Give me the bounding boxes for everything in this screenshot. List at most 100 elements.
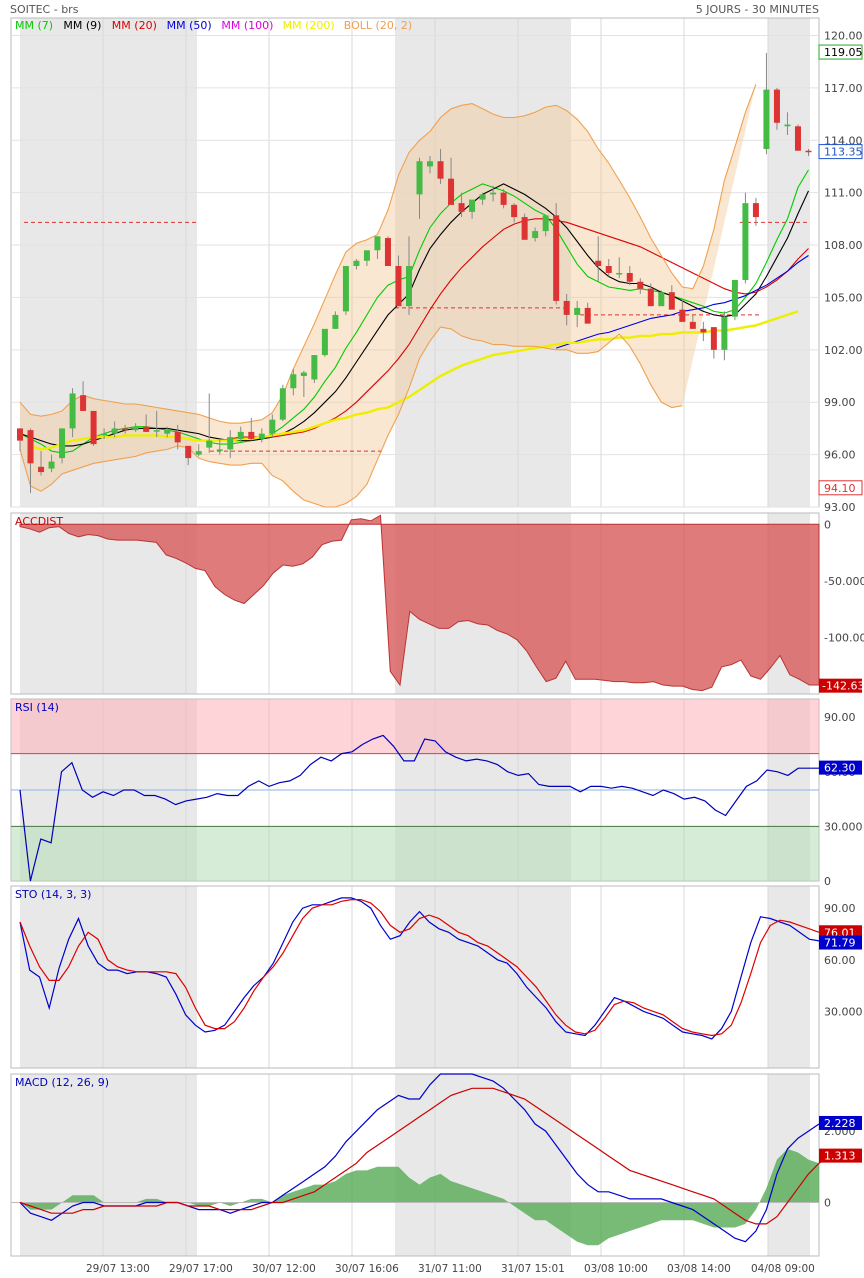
candle-body: [658, 292, 665, 307]
candle-body: [616, 272, 623, 275]
rsi-oversold-zone: [11, 826, 819, 881]
accdist-marker-label: -142.63: [822, 680, 864, 693]
candle-body: [794, 126, 801, 151]
accdist-tick-label: 0: [824, 518, 831, 531]
candle-body: [521, 217, 528, 240]
candle-body: [216, 449, 223, 451]
candle-body: [479, 194, 486, 200]
candle-body: [700, 328, 707, 333]
candle-body: [279, 388, 286, 420]
price-marker-label: 119.05: [824, 46, 863, 59]
candle-body: [122, 428, 129, 431]
candle-body: [742, 203, 749, 280]
candle-body: [111, 428, 118, 434]
candle-body: [490, 192, 497, 195]
rsi-title: RSI (14): [15, 701, 59, 714]
x-axis-label: 31/07 15:01: [501, 1263, 565, 1275]
candle-body: [300, 372, 307, 377]
candle-body: [542, 215, 549, 232]
candle-body: [17, 428, 23, 441]
candle-body: [269, 419, 276, 434]
legend-entry: MM (100): [221, 19, 273, 32]
candle-body: [185, 445, 192, 459]
candle-body: [668, 292, 675, 310]
price-marker-label: 113.35: [824, 146, 863, 159]
candle-body: [101, 433, 108, 436]
candle-body: [237, 431, 244, 439]
accdist-tick-label: -50.000: [824, 575, 864, 588]
candle-body: [90, 410, 97, 445]
candle-body: [679, 309, 686, 322]
candle-body: [143, 426, 150, 432]
x-axis-label: 04/08 09:00: [751, 1263, 815, 1275]
candle-body: [164, 430, 171, 434]
candle-body: [290, 374, 297, 389]
candle-body: [637, 281, 644, 289]
legend-entry: BOLL (20, 2): [344, 19, 412, 32]
sto-tick-label: 90.00: [824, 902, 856, 915]
candle-body: [38, 466, 45, 473]
candle-body: [805, 150, 812, 153]
macd-marker-label: 2.228: [824, 1117, 856, 1130]
candle-body: [731, 279, 738, 317]
price-tick-label: 117.00: [824, 82, 863, 95]
macd-title: MACD (12, 26, 9): [15, 1076, 109, 1089]
price-tick-label: 105.00: [824, 291, 863, 304]
price-tick-label: 96.00: [824, 449, 856, 462]
candle-body: [48, 461, 55, 469]
candle-body: [248, 431, 255, 439]
legend-entry: MM (7): [15, 19, 53, 32]
x-axis-label: 03/08 10:00: [584, 1263, 648, 1275]
candle-body: [195, 451, 202, 455]
legend-entry: MM (20): [112, 19, 157, 32]
accdist-title: ACCDIST: [15, 515, 63, 528]
candle-body: [553, 215, 560, 301]
candle-body: [689, 321, 696, 329]
rsi-marker-label: 62.30: [824, 762, 856, 775]
candle-body: [605, 265, 612, 273]
candle-body: [563, 300, 570, 315]
candle-body: [721, 316, 728, 350]
accdist-tick-label: -100.000: [824, 631, 864, 644]
candle-body: [763, 89, 770, 149]
macd-marker-label: 1.313: [824, 1150, 856, 1163]
candle-body: [626, 272, 633, 282]
candle-body: [595, 260, 602, 266]
sto-tick-label: 60.00: [824, 954, 856, 967]
stock-chart[interactable]: 93.00 96.00 99.00 102.00 105.00 108.00 111.00 1…: [0, 0, 864, 1278]
candle-body: [773, 89, 780, 123]
sto-marker-label: 71.79: [824, 937, 856, 950]
candle-body: [584, 307, 591, 324]
rsi-tick-label: 0: [824, 875, 831, 888]
price-tick-label: 99.00: [824, 396, 856, 409]
candle-body: [258, 433, 265, 439]
rsi-tick-label: 90.00: [824, 711, 856, 724]
sto-tick-label: 30.000: [824, 1005, 863, 1018]
candle-body: [710, 327, 717, 350]
candle-body: [332, 314, 339, 329]
candle-body: [647, 288, 654, 307]
candle-body: [374, 236, 381, 251]
candle-body: [363, 250, 370, 261]
candle-body: [405, 265, 412, 307]
x-axis-label: 03/08 14:00: [667, 1263, 731, 1275]
candle-body: [27, 430, 34, 464]
legend-entry: MM (9): [63, 19, 101, 32]
session-shade: [395, 1074, 571, 1256]
x-axis-label: 29/07 17:00: [169, 1263, 233, 1275]
candle-body: [784, 124, 791, 127]
candle-body: [174, 431, 181, 443]
candle-body: [458, 203, 465, 212]
session-shade: [768, 886, 810, 1068]
candle-body: [500, 192, 507, 205]
candle-body: [574, 307, 581, 315]
x-axis-label: 31/07 11:00: [418, 1263, 482, 1275]
candle-body: [80, 395, 87, 411]
x-axis-label: 30/07 12:00: [252, 1263, 316, 1275]
candle-body: [384, 238, 391, 266]
candle-body: [532, 231, 539, 239]
price-marker-label: 94.10: [824, 482, 856, 495]
candle-body: [227, 437, 234, 450]
x-axis-label: 29/07 13:00: [86, 1263, 150, 1275]
candle-body: [353, 260, 360, 266]
